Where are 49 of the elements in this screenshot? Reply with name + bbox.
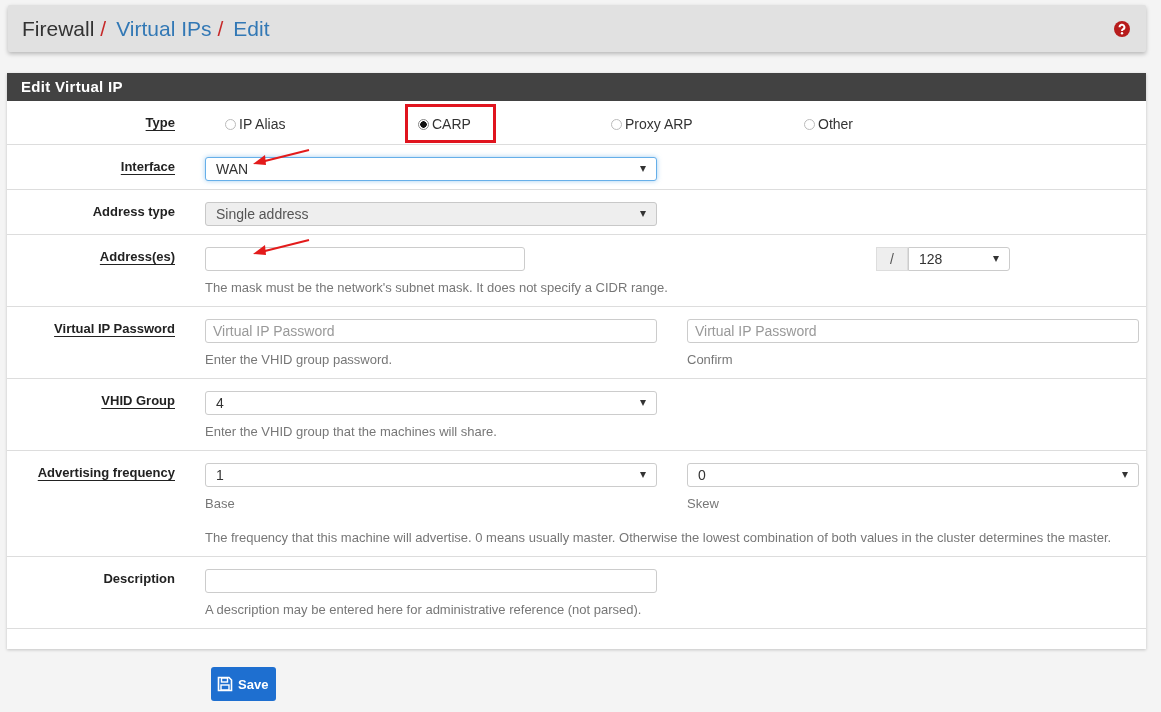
dropdown[interactable]: 0 <box>687 463 1139 487</box>
caret-icon <box>640 166 646 172</box>
breadcrumb-separator: / <box>100 16 107 41</box>
radio-button[interactable] <box>611 118 622 130</box>
breadcrumb-text: Firewall <box>22 16 95 41</box>
field-label-link[interactable]: Type <box>145 115 175 130</box>
field-label: Address type <box>92 204 175 219</box>
field-label-link[interactable]: Advertising frequency <box>37 465 175 480</box>
input-field[interactable] <box>205 247 525 271</box>
radio-button[interactable] <box>804 118 815 130</box>
caret-icon <box>640 211 646 217</box>
breadcrumb-link[interactable]: Edit <box>233 16 270 41</box>
caret-icon <box>1122 472 1128 478</box>
field-label: Description <box>103 571 175 586</box>
help-icon[interactable] <box>1114 20 1130 37</box>
mask-dropdown[interactable]: 128 <box>908 247 1010 271</box>
field-caption: Skew <box>687 495 720 513</box>
help-text: A description may be entered here for administrative reference (not parsed). <box>205 601 643 619</box>
caret-icon <box>640 472 646 478</box>
field-label-link[interactable]: Virtual IP Password <box>54 321 175 336</box>
radio-option[interactable]: Other <box>791 104 878 143</box>
panel-heading: Edit Virtual IP <box>7 73 1146 101</box>
help-text: Enter the VHID group that the machines will share. <box>205 423 498 441</box>
breadcrumb-separator: / <box>217 16 224 41</box>
radio-button[interactable] <box>225 118 236 130</box>
radio-option[interactable]: Proxy ARP <box>598 104 718 143</box>
dropdown[interactable]: WAN <box>205 157 657 181</box>
mask-prefix: / <box>876 247 908 271</box>
field-caption: Confirm <box>687 351 734 369</box>
input-field[interactable] <box>205 569 657 593</box>
help-text: The frequency that this machine will advertise. 0 means usually master. Otherwise the lowest combination of both values in the cluster determines the master. <box>205 529 1113 547</box>
save-button[interactable]: Save <box>211 667 277 701</box>
field-label-link[interactable]: VHID Group <box>101 393 175 408</box>
radio-option[interactable]: CARP <box>405 104 496 143</box>
dropdown[interactable]: 1 <box>205 463 657 487</box>
field-caption: Enter the VHID group password. <box>205 351 394 369</box>
dropdown[interactable]: 4 <box>205 391 657 415</box>
save-icon <box>217 676 233 692</box>
input-field[interactable]: Virtual IP Password <box>687 319 1139 343</box>
radio-option[interactable]: IP Alias <box>212 104 311 143</box>
field-label-link[interactable]: Address(es) <box>99 249 175 264</box>
caret-icon <box>993 256 999 262</box>
field-caption: Base <box>205 495 236 513</box>
radio-button[interactable] <box>418 118 429 130</box>
field-label-link[interactable]: Interface <box>120 159 175 174</box>
help-text: The mask must be the network's subnet mask. It does not specify a CIDR range. <box>205 279 669 297</box>
breadcrumb-link[interactable]: Virtual IPs <box>116 16 212 41</box>
input-field[interactable]: Virtual IP Password <box>205 319 657 343</box>
caret-icon <box>640 400 646 406</box>
